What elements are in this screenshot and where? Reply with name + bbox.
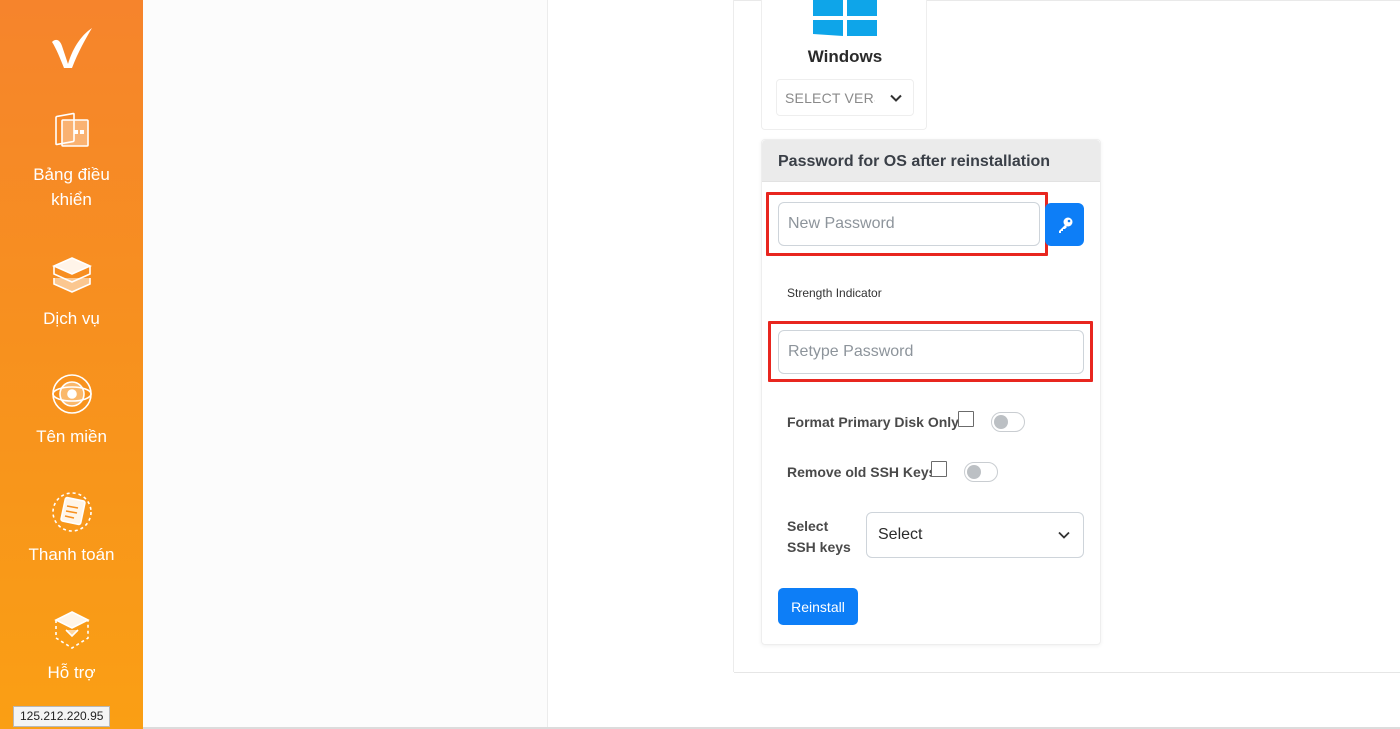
generate-password-button[interactable] — [1045, 203, 1084, 246]
windows-logo-icon — [813, 0, 877, 36]
os-option-windows[interactable]: Windows SELECT VERSION — [761, 0, 927, 130]
sidebar-item-domains[interactable]: Tên miền — [0, 370, 143, 449]
key-icon — [1058, 217, 1072, 233]
content-panel-middle — [548, 0, 734, 672]
sidebar-item-label: Tên miền — [36, 427, 107, 446]
content-panel-left — [143, 0, 548, 729]
os-version-placeholder: SELECT VERSION — [785, 89, 875, 106]
ssh-keys-label: Select SSH keys — [787, 518, 851, 555]
domain-icon — [51, 374, 92, 414]
footer-strip — [734, 672, 1400, 725]
chevron-down-icon — [1058, 531, 1070, 539]
remove-ssh-checkbox[interactable] — [931, 461, 947, 477]
os-version-select[interactable]: SELECT VERSION — [776, 79, 914, 116]
sidebar-item-support[interactable]: Hỗ trợ — [0, 606, 143, 685]
sidebar-item-billing[interactable]: Thanh toán — [0, 488, 143, 567]
check-logo-icon[interactable] — [48, 24, 96, 72]
dashboard-icon — [54, 112, 89, 147]
format-disk-toggle[interactable] — [991, 412, 1025, 432]
highlight-box — [766, 192, 1048, 256]
sidebar-item-label: Thanh toán — [28, 545, 115, 564]
card-title: Password for OS after reinstallation — [762, 140, 1100, 182]
format-disk-checkbox[interactable] — [958, 411, 974, 427]
sidebar-item-label: Dịch vụ — [43, 309, 100, 328]
ssh-keys-select[interactable]: Select — [866, 512, 1084, 558]
sidebar-item-label: Bảng điều khiển — [33, 165, 110, 209]
os-name: Windows — [807, 47, 883, 66]
reinstall-button[interactable]: Reinstall — [778, 588, 858, 625]
remove-ssh-label: Remove old SSH Keys — [787, 464, 937, 480]
sidebar: Bảng điều khiển Dịch vụ Tên miền Thanh t… — [0, 0, 143, 729]
ssh-keys-value: Select — [878, 526, 923, 543]
services-icon — [51, 257, 92, 293]
sidebar-item-services[interactable]: Dịch vụ — [0, 252, 143, 331]
sidebar-item-dashboard[interactable]: Bảng điều khiển — [0, 108, 143, 212]
billing-icon — [51, 492, 92, 532]
chevron-down-icon — [890, 94, 902, 102]
password-card: Password for OS after reinstallation Str… — [761, 139, 1101, 645]
status-url-tooltip: 125.212.220.95 — [13, 706, 111, 727]
highlight-box — [768, 321, 1093, 382]
sidebar-item-label: Hỗ trợ — [47, 663, 96, 682]
format-disk-label: Format Primary Disk Only — [787, 414, 959, 430]
remove-ssh-toggle[interactable] — [964, 462, 998, 482]
support-icon — [53, 611, 90, 649]
strength-indicator: Strength Indicator — [787, 286, 882, 300]
